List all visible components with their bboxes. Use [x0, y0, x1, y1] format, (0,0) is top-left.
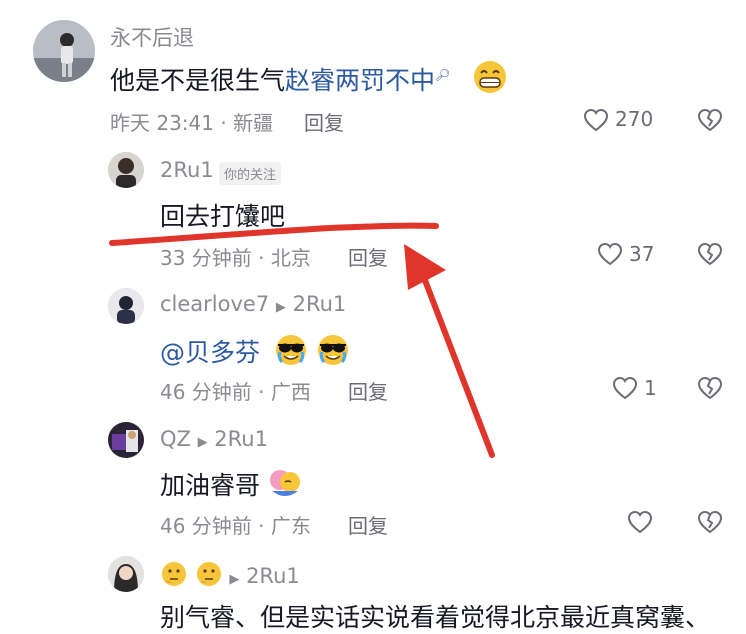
heart-icon[interactable] — [583, 108, 609, 132]
reply-button[interactable]: 回复 — [348, 510, 388, 539]
reply-button[interactable]: 回复 — [348, 242, 388, 271]
broken-heart-icon[interactable] — [697, 509, 723, 535]
broken-heart-icon[interactable] — [697, 375, 723, 401]
heart-icon[interactable] — [597, 242, 623, 266]
comment-meta: 昨天 23:41 · 新疆 — [110, 111, 274, 135]
thinking-emoji-icon — [195, 560, 223, 593]
grin-emoji-icon — [472, 60, 508, 100]
avatar[interactable] — [33, 20, 95, 82]
comment-username[interactable]: 2Ru1 — [160, 158, 214, 182]
search-icon[interactable]: 🔎︎ — [435, 68, 450, 82]
comment-meta: 46 分钟前 · 广西 — [160, 380, 311, 404]
comment-text: 他是不是很生气 — [110, 66, 286, 95]
sunglasses-emoji-icon — [274, 334, 308, 372]
thinking-emoji-icon — [160, 560, 188, 593]
commenter-name[interactable]: clearlove7 — [160, 292, 269, 316]
red-arrow-annotation — [415, 259, 495, 458]
avatar[interactable] — [108, 288, 144, 324]
avatar[interactable] — [108, 422, 144, 458]
comment-text: 加油睿哥 — [160, 471, 261, 500]
comment-username: ▶ 2Ru1 — [160, 560, 300, 593]
comment-content: 别气睿、但是实话实说看着觉得北京最近真窝囊、 — [160, 603, 711, 632]
avatar[interactable] — [108, 556, 144, 592]
heart-icon[interactable] — [612, 376, 638, 400]
red-arrowhead-annotation — [404, 244, 446, 290]
like-count: 270 — [615, 107, 654, 131]
reply-button[interactable]: 回复 — [348, 376, 388, 405]
search-link[interactable]: 赵睿两罚不中 — [285, 66, 435, 95]
reply-arrow-icon: ▶ — [275, 300, 286, 315]
comment-username: clearlove7 ▶ 2Ru1 — [160, 292, 346, 316]
like-count: 37 — [629, 242, 655, 266]
comment-username: QZ ▶ 2Ru1 — [160, 427, 268, 451]
commenter-name[interactable]: QZ — [160, 427, 191, 451]
reply-to-name[interactable]: 2Ru1 — [214, 427, 268, 451]
broken-heart-icon[interactable] — [697, 241, 723, 267]
reply-arrow-icon: ▶ — [229, 572, 240, 587]
reply-to-name[interactable]: 2Ru1 — [293, 292, 347, 316]
comment-content: 他是不是很生气赵睿两罚不中🔎︎ — [110, 60, 508, 100]
avatar[interactable] — [108, 152, 144, 188]
reply-arrow-icon: ▶ — [197, 435, 208, 450]
like-count: 1 — [644, 376, 657, 400]
reply-to-name[interactable]: 2Ru1 — [246, 564, 300, 588]
following-badge: 你的关注 — [219, 162, 282, 185]
comment-username[interactable]: 永不后退 — [110, 22, 194, 52]
reply-button[interactable]: 回复 — [304, 107, 344, 136]
comment-meta: 46 分钟前 · 广东 — [160, 514, 311, 538]
comment-content: @贝多芬 — [160, 333, 350, 372]
comment-meta: 33 分钟前 · 北京 — [160, 246, 311, 270]
comment-content: 回去打馕吧 — [160, 202, 286, 231]
heart-icon[interactable] — [627, 510, 653, 534]
comment-content: 加油睿哥 — [160, 466, 302, 505]
mention-link[interactable]: @贝多芬 — [160, 338, 260, 367]
hug-emoji-icon — [268, 467, 302, 505]
sunglasses-emoji-icon — [316, 334, 350, 372]
broken-heart-icon[interactable] — [697, 107, 723, 133]
